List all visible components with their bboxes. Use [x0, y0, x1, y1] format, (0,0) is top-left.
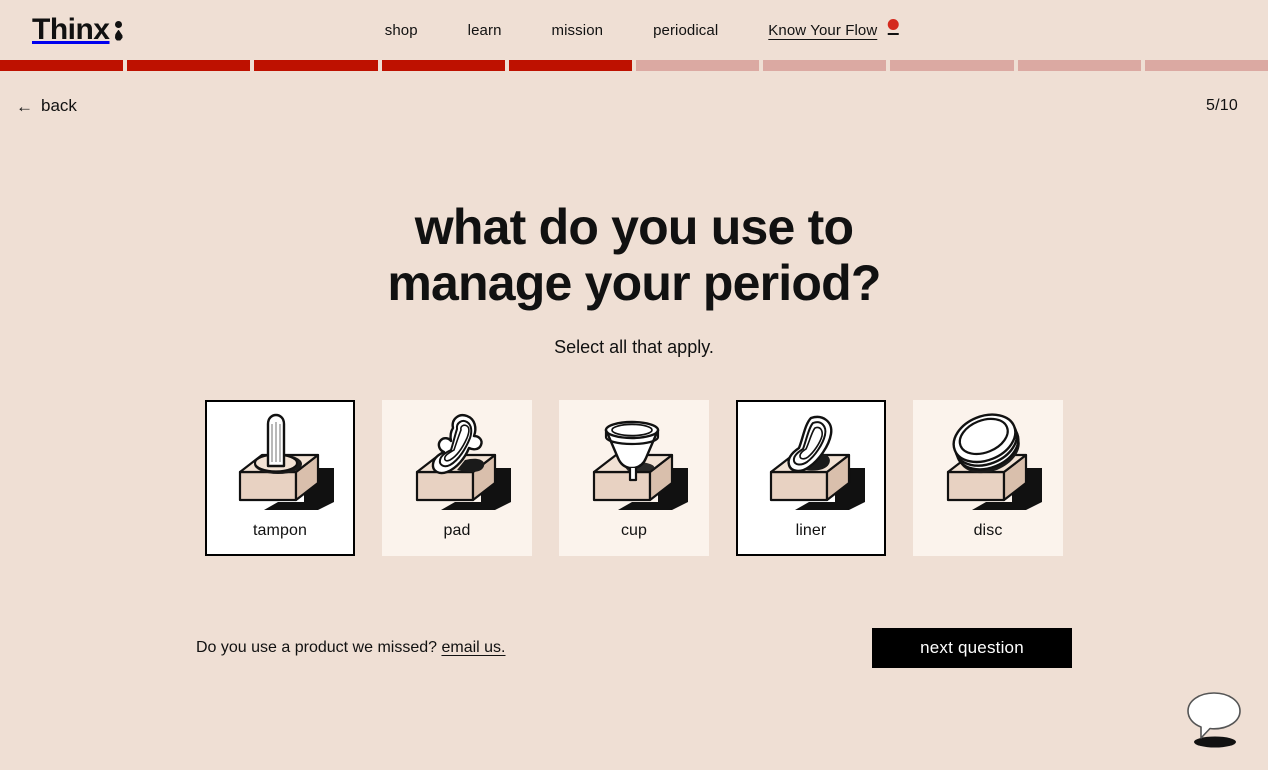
thinx-drop-logo-icon — [114, 20, 123, 41]
option-label: pad — [443, 522, 471, 539]
quiz-main: what do you use to manage your period? S… — [0, 115, 1268, 668]
back-button-label: back — [41, 96, 77, 115]
quiz-footer-row: Do you use a product we missed? email us… — [196, 628, 1072, 668]
progress-segment-2 — [127, 60, 251, 71]
missed-product-prompt: Do you use a product we missed? email us… — [196, 639, 506, 657]
menstrual-cup-on-pedestal-icon — [592, 420, 688, 510]
progress-segment-5 — [508, 60, 633, 71]
liner-on-pedestal-icon — [769, 415, 865, 510]
disc-on-pedestal-icon — [946, 413, 1042, 510]
quiz-question: what do you use to manage your period? — [387, 199, 881, 311]
quiz-subtitle: Select all that apply. — [554, 337, 714, 357]
main-nav: shop learn mission periodical Know Your … — [360, 0, 909, 60]
progress-segment-4 — [381, 60, 505, 71]
step-counter: 5/10 — [1206, 97, 1238, 114]
quiz-progress-bar — [0, 60, 1268, 71]
progress-segment-9 — [1017, 60, 1141, 71]
site-header: Thinx shop learn mission periodical Know… — [0, 0, 1268, 60]
tampon-on-pedestal-icon — [238, 413, 334, 510]
progress-segment-7 — [763, 60, 887, 71]
nav-item-learn[interactable]: learn — [443, 22, 527, 39]
progress-segment-1 — [0, 60, 124, 71]
email-us-link[interactable]: email us. — [441, 639, 505, 656]
progress-segment-8 — [890, 60, 1014, 71]
missed-product-text: Do you use a product we missed? — [196, 639, 438, 656]
progress-segment-10 — [1144, 60, 1268, 71]
option-label: cup — [620, 522, 648, 539]
option-card-tampon[interactable]: tampon — [205, 400, 355, 556]
progress-segment-6 — [636, 60, 760, 71]
speech-bubble-chat-icon — [1187, 692, 1241, 748]
quiz-toolbar: ← back 5/10 — [0, 71, 1268, 115]
back-button[interactable]: ← back — [16, 96, 77, 116]
back-arrow-icon: ← — [16, 96, 33, 116]
option-card-liner[interactable]: liner — [736, 400, 886, 556]
nav-item-know-your-flow[interactable]: Know Your Flow — [743, 22, 883, 39]
pad-on-pedestal-icon — [415, 414, 511, 510]
red-dot-indicator-icon — [887, 19, 899, 35]
quiz-options-row: tampon pad cup liner disc — [0, 400, 1268, 556]
chat-widget[interactable] — [1182, 688, 1246, 750]
nav-item-shop[interactable]: shop — [360, 22, 443, 39]
option-label: disc — [973, 522, 1003, 539]
brand-name: Thinx — [32, 13, 110, 46]
option-card-pad[interactable]: pad — [382, 400, 532, 556]
option-card-cup[interactable]: cup — [559, 400, 709, 556]
brand-logo[interactable]: Thinx — [32, 15, 123, 45]
option-label: liner — [795, 522, 827, 539]
next-question-button[interactable]: next question — [872, 628, 1072, 668]
progress-segment-3 — [254, 60, 378, 71]
option-label: tampon — [253, 522, 307, 539]
option-card-disc[interactable]: disc — [913, 400, 1063, 556]
nav-item-periodical[interactable]: periodical — [628, 22, 743, 39]
nav-item-mission[interactable]: mission — [527, 22, 629, 39]
